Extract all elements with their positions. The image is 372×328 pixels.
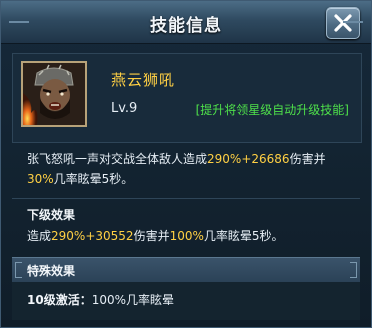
damage-value: 290%+30552: [51, 229, 134, 243]
skill-name: 燕云狮吼: [111, 71, 176, 89]
stun-chance: 100%: [169, 229, 204, 243]
description-text: 伤害并: [289, 152, 326, 166]
description-text: 伤害并: [133, 229, 170, 243]
skill-portrait: [21, 61, 87, 127]
stun-chance: 30%: [27, 172, 54, 186]
upgrade-hint-link[interactable]: [提升将领星级自动升级技能]: [196, 101, 349, 118]
description-text: 造成: [27, 229, 52, 243]
section-divider: [12, 198, 360, 199]
special-effect-value: 100%几率眩晕: [91, 293, 175, 307]
next-level-title: 下级效果: [27, 208, 76, 222]
close-x-icon: [334, 14, 352, 32]
title-bar: 技能信息: [1, 1, 371, 44]
window-title: 技能信息: [150, 16, 222, 36]
description-text: 几率眩晕5秒。: [53, 172, 134, 186]
damage-value: 290%+26686: [207, 152, 290, 166]
skill-level: Lv.9: [111, 101, 138, 116]
description-text: 几率眩晕5秒。: [203, 229, 284, 243]
special-effect-title: 特殊效果: [27, 264, 76, 278]
close-button[interactable]: [326, 7, 360, 39]
special-effect-row: 10级激活：100%几率眩晕: [27, 291, 174, 308]
skill-description: 张飞怒吼一声对交战全体敌人造成290%+26686伤害并 30%几率眩晕5秒。: [27, 149, 347, 189]
warrior-portrait-icon: [23, 63, 85, 125]
skill-info-window: 技能信息 燕云狮吼 Lv.9 [提升将领星级自动升级技能] 张飞怒吼一声对交战全…: [0, 0, 372, 328]
next-level-description: 造成290%+30552伤害并100%几率眩晕5秒。: [27, 227, 284, 244]
description-text: 张飞怒吼一声对交战全体敌人造成: [27, 152, 208, 166]
special-effect-label: 10级激活：: [27, 293, 92, 307]
